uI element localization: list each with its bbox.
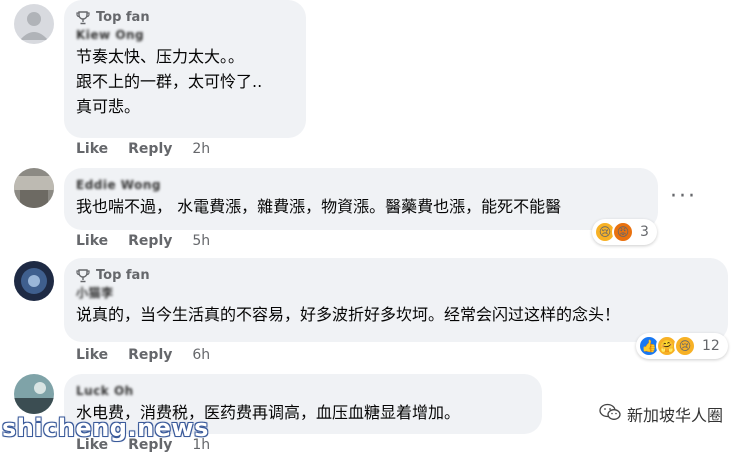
channel-watermark: 新加坡华人圈 bbox=[599, 402, 723, 426]
top-fan-badge[interactable]: Top fan bbox=[76, 8, 294, 26]
comment-time[interactable]: 5h bbox=[192, 233, 210, 249]
comment-author[interactable]: Eddie Wong bbox=[76, 176, 646, 194]
channel-name: 新加坡华人圈 bbox=[626, 406, 723, 425]
comment-author[interactable]: 小猫李 bbox=[76, 284, 716, 302]
like-button[interactable]: Like bbox=[76, 141, 108, 157]
comment-text-line: 跟不上的一群，太可怜了.. bbox=[76, 72, 263, 91]
comment-text-line: 说真的，当今生活真的不容易，好多波折好多坎坷。经常会闪过这样的念头！ bbox=[76, 305, 621, 324]
comment-time[interactable]: 6h bbox=[192, 347, 210, 363]
comment-bubble: Top fan 小猫李 说真的，当今生活真的不容易，好多波折好多坎坷。经常会闪过… bbox=[64, 258, 728, 342]
comment-bubble: Top fan Kiew Ong 节奏太快、压力太大。。 跟不上的一群，太可怜了… bbox=[64, 0, 306, 138]
reply-button[interactable]: Reply bbox=[128, 141, 172, 157]
sad-reaction-icon: 😢 bbox=[674, 335, 696, 357]
comment-actions: Like Reply 2h bbox=[76, 141, 230, 157]
avatar[interactable] bbox=[14, 168, 54, 208]
trophy-icon bbox=[76, 10, 90, 25]
wechat-icon bbox=[599, 403, 621, 425]
avatar[interactable] bbox=[14, 4, 54, 44]
comment-actions: Like Reply 5h bbox=[76, 233, 230, 249]
like-button[interactable]: Like bbox=[76, 233, 108, 249]
trophy-icon bbox=[76, 268, 90, 283]
reaction-summary[interactable]: 😢 😡 3 bbox=[592, 219, 657, 245]
comment-author[interactable]: Luck Oh bbox=[76, 382, 530, 400]
top-fan-badge[interactable]: Top fan bbox=[76, 266, 716, 284]
comment-text-line: 真可悲。 bbox=[76, 97, 141, 116]
comment-author[interactable]: Kiew Ong bbox=[76, 26, 294, 44]
like-button[interactable]: Like bbox=[76, 347, 108, 363]
comment-text-line: 节奏太快、压力太大。。 bbox=[76, 47, 245, 66]
reply-button[interactable]: Reply bbox=[128, 233, 172, 249]
avatar[interactable] bbox=[14, 374, 54, 414]
reply-button[interactable]: Reply bbox=[128, 347, 172, 363]
comment-time[interactable]: 2h bbox=[192, 141, 210, 157]
reaction-summary[interactable]: 👍 🤗 😢 12 bbox=[636, 333, 728, 359]
reaction-count: 3 bbox=[640, 224, 649, 240]
reaction-count: 12 bbox=[702, 338, 720, 354]
comment-bubble: Eddie Wong 我也喘不過， 水電費漲，雜費漲，物資漲。醫藥費也漲，能死不… bbox=[64, 168, 658, 230]
comment-text-line: 我也喘不過， 水電費漲，雜費漲，物資漲。醫藥費也漲，能死不能醫 bbox=[76, 197, 562, 216]
angry-reaction-icon: 😡 bbox=[612, 221, 634, 243]
avatar[interactable] bbox=[14, 261, 54, 301]
comment-actions: Like Reply 6h bbox=[76, 347, 230, 363]
site-watermark: shicheng.news bbox=[2, 414, 209, 442]
more-options-icon[interactable]: ··· bbox=[670, 186, 697, 208]
